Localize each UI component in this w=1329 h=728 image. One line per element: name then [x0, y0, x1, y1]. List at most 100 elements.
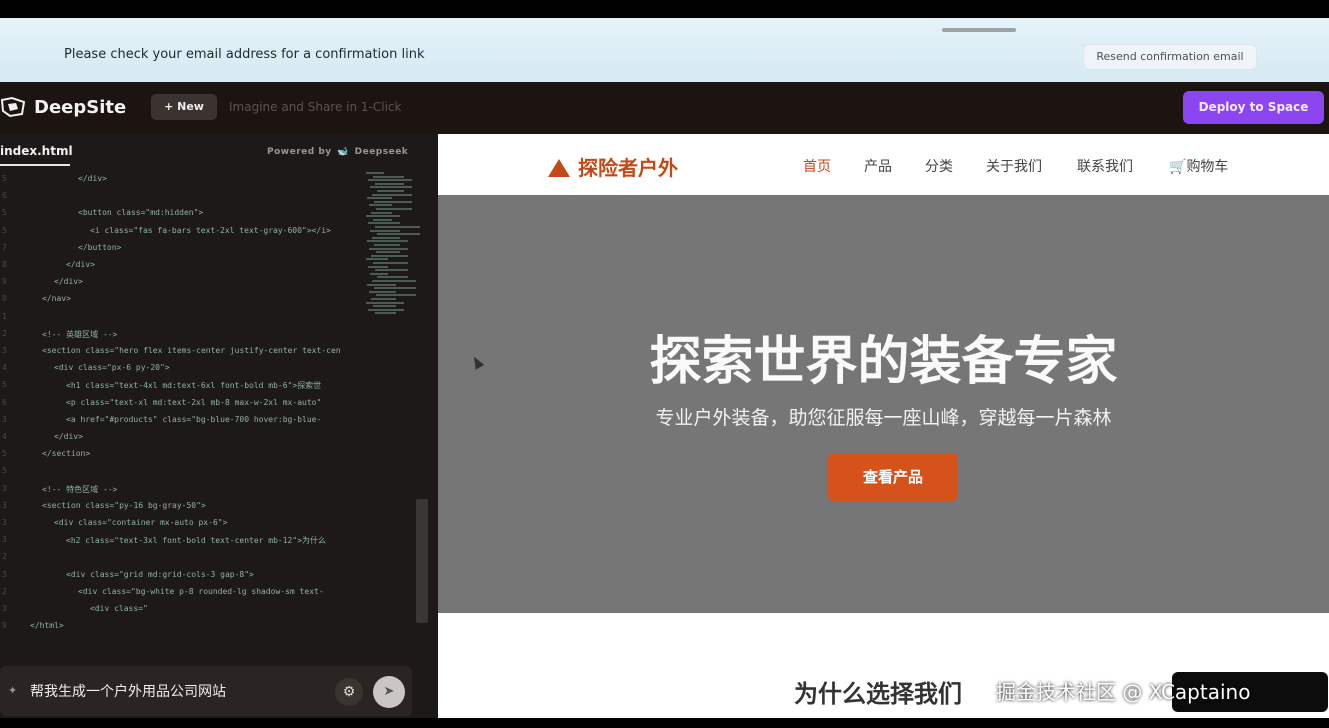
code-line[interactable]: 2 <div class="bg-white p-8 rounded-lg sha…	[0, 587, 362, 604]
top-black-bar	[0, 0, 1329, 18]
code-line[interactable]: 1	[0, 312, 362, 329]
code-line[interactable]: 4 <div class="px-6 py-20">	[0, 363, 362, 380]
send-icon[interactable]: ➤	[373, 676, 405, 708]
code-line[interactable]: 6	[0, 191, 362, 208]
code-line[interactable]: 3 <section class="py-16 bg-gray-50">	[0, 501, 362, 518]
line-number: 4	[2, 432, 7, 441]
site-brand-name: 探险者户外	[578, 156, 678, 180]
confirmation-banner: Please check your email address for a co…	[0, 18, 1329, 82]
line-number: 0	[2, 294, 7, 304]
code-line[interactable]: 9 </div>	[0, 277, 362, 294]
bottom-black-bar	[0, 718, 1329, 728]
code-text: <section class="hero flex items-center j…	[42, 346, 341, 355]
minimap-line	[377, 233, 420, 236]
minimap-line	[375, 312, 396, 315]
code-text: </button>	[78, 242, 122, 252]
minimap-line	[366, 258, 388, 261]
minimap-line	[369, 290, 396, 293]
new-project-button[interactable]: + New	[151, 94, 217, 120]
code-line[interactable]: 3 <a href="#products" class="bg-blue-700 …	[0, 415, 362, 432]
line-number: 7	[2, 242, 7, 252]
code-line[interactable]: 5 <button class="md:hidden">	[0, 208, 362, 225]
code-text: </div>	[66, 260, 95, 269]
prompt-box[interactable]: ✦ 帮我生成一个户外用品公司网站 ⚙ ➤	[0, 666, 412, 716]
editor-tab-bar: index.html Powered by 🐋 Deepseek	[0, 134, 430, 168]
line-number: 8	[2, 260, 7, 269]
minimap-line	[376, 294, 416, 297]
code-line[interactable]: 5	[0, 466, 362, 483]
minimap-line	[368, 265, 388, 268]
code-text: </section>	[42, 449, 91, 459]
code-line[interactable]: 4 </div>	[0, 432, 362, 449]
code-line[interactable]: 2 <!-- 英雄区域 -->	[0, 329, 362, 346]
minimap-line	[376, 251, 400, 254]
code-line[interactable]: 5 </div>	[0, 174, 362, 191]
minimap-line	[368, 179, 412, 182]
nav-about[interactable]: 关于我们	[986, 156, 1042, 176]
deepseek-icon: 🐋	[337, 147, 349, 157]
deploy-button[interactable]: Deploy to Space	[1183, 91, 1324, 124]
banner-handle[interactable]	[942, 28, 1016, 32]
minimap-line	[371, 211, 392, 214]
editor-scrollbar[interactable]	[416, 499, 428, 623]
code-line[interactable]: 3 <div class="grid md:grid-cols-3 gap-8">	[0, 570, 362, 587]
prompt-input[interactable]: 帮我生成一个户外用品公司网站	[30, 681, 226, 701]
file-tab-index[interactable]: index.html	[0, 144, 73, 158]
code-line[interactable]: 0 </nav>	[0, 294, 362, 311]
code-text: </div>	[54, 277, 83, 287]
active-tab-indicator	[0, 164, 70, 166]
line-number: 5	[2, 380, 7, 390]
code-line[interactable]: 3 <h2 class="text-3xl font-bold text-cent…	[0, 535, 362, 552]
gear-icon[interactable]: ⚙	[335, 678, 363, 706]
nav-cart[interactable]: 🛒购物车	[1169, 156, 1228, 176]
nav-products[interactable]: 产品	[864, 156, 892, 176]
deepsite-logo-icon	[0, 96, 26, 118]
minimap-line	[372, 193, 412, 196]
code-text: <button class="md:hidden">	[78, 208, 204, 218]
code-line[interactable]: 6 <p class="text-xl md:text-2xl mb-8 max-…	[0, 398, 362, 415]
code-line[interactable]: 2	[0, 552, 362, 569]
code-line[interactable]: 3 <div class="container mx-auto px-6">	[0, 518, 362, 535]
resend-confirmation-button[interactable]: Resend confirmation email	[1083, 44, 1257, 70]
code-text: <p class="text-xl md:text-2xl mb-8 max-w…	[66, 397, 322, 407]
line-number: 9	[2, 621, 7, 631]
line-number: 3	[2, 604, 7, 613]
code-line[interactable]: 3 <div class="	[0, 604, 362, 621]
minimap-line	[373, 218, 392, 221]
code-line[interactable]: 9 </html>	[0, 621, 362, 638]
code-line[interactable]: 7 </button>	[0, 243, 362, 260]
code-minimap[interactable]	[366, 172, 420, 322]
code-text: <a href="#products" class="bg-blue-700 h…	[66, 414, 322, 424]
app-name: DeepSite	[34, 97, 127, 118]
code-text: <div class="	[90, 604, 148, 613]
code-line[interactable]: 3 <section class="hero flex items-center …	[0, 346, 362, 363]
line-number: 5	[2, 466, 7, 476]
code-line[interactable]: 3 <!-- 特色区域 -->	[0, 484, 362, 501]
sparkle-icon: ✦	[8, 684, 18, 697]
panel-divider[interactable]	[430, 134, 438, 718]
line-number: 3	[2, 414, 7, 424]
code-text: <!-- 特色区域 -->	[42, 484, 118, 494]
minimap-line	[375, 226, 420, 228]
code-line[interactable]: 5 <i class="fas fa-bars text-2xl text-gra…	[0, 226, 362, 243]
nav-home[interactable]: 首页	[803, 156, 831, 176]
view-products-button[interactable]: 查看产品	[828, 453, 958, 501]
cart-icon: 🛒	[1169, 159, 1187, 175]
line-number: 5	[2, 174, 7, 183]
site-brand[interactable]: 探险者户外	[548, 152, 678, 181]
code-line[interactable]: 5 </section>	[0, 449, 362, 466]
code-text: <div class="px-6 py-20">	[54, 363, 170, 373]
code-text: <h2 class="text-3xl font-bold text-cente…	[66, 536, 327, 546]
minimap-line	[366, 215, 400, 218]
hero-section: 探索世界的装备专家 专业户外装备，助您征服每一座山峰，穿越每一片森林 查看产品	[438, 195, 1329, 613]
nav-contact[interactable]: 联系我们	[1077, 156, 1133, 176]
powered-by: Powered by 🐋 Deepseek	[267, 147, 408, 157]
hero-subtitle: 专业户外装备，助您征服每一座山峰，穿越每一片森林	[655, 407, 1112, 429]
code-area[interactable]: 5 </div> 6 5 <button class="md:hidden"> 5 <i c…	[0, 174, 362, 644]
code-text: </div>	[78, 174, 107, 183]
code-line[interactable]: 8 </div>	[0, 260, 362, 277]
code-line[interactable]: 5 <h1 class="text-4xl md:text-6xl font-bo…	[0, 380, 362, 397]
nav-categories[interactable]: 分类	[925, 156, 953, 176]
minimap-line	[370, 229, 400, 232]
line-number: 5	[2, 208, 7, 218]
